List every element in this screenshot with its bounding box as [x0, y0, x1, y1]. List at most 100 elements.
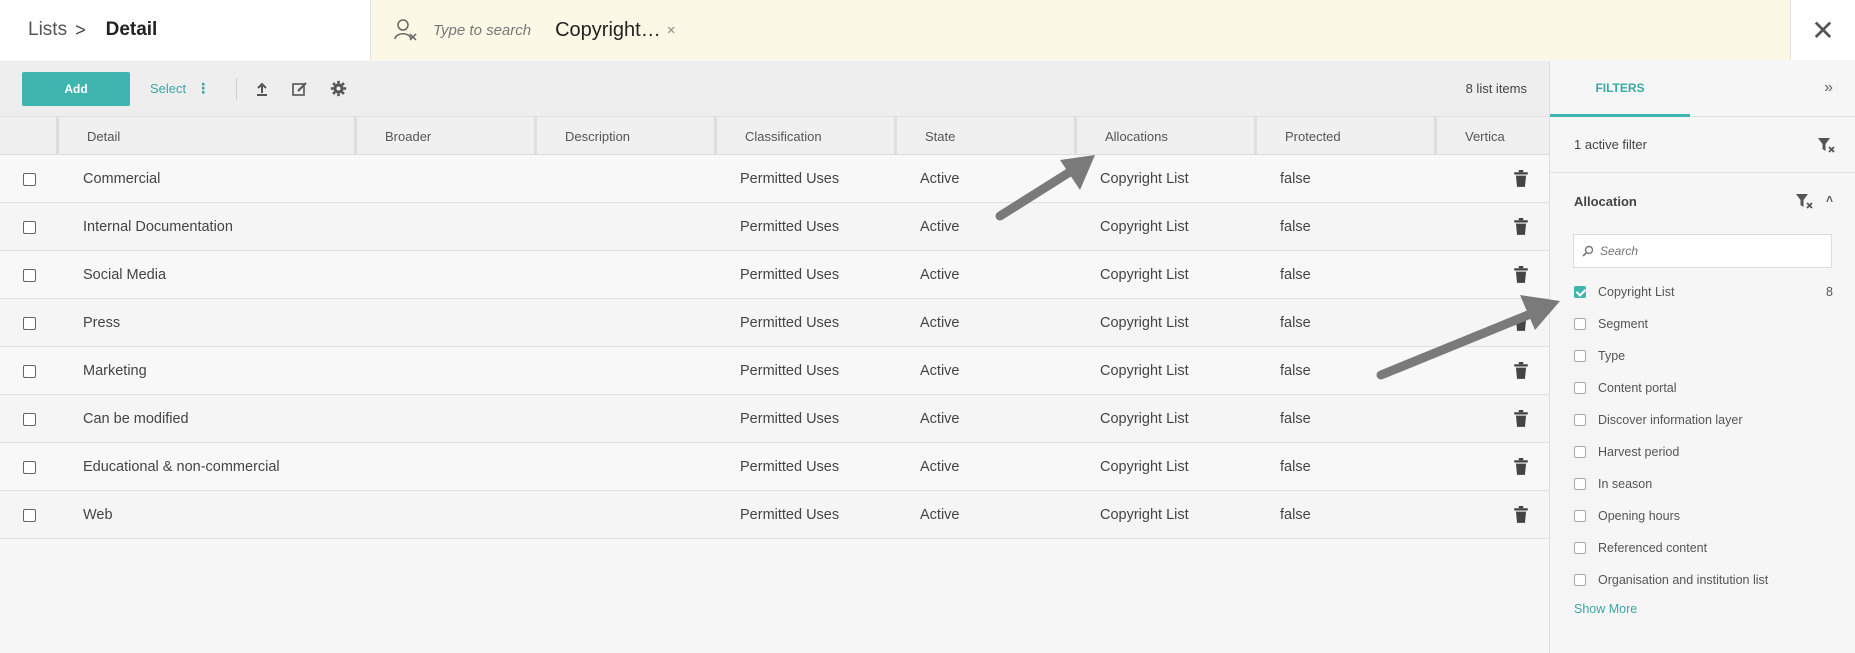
filter-option-label: Harvest period: [1598, 445, 1680, 459]
filter-option-checkbox[interactable]: [1574, 414, 1586, 426]
table-row[interactable]: Web Permitted Uses Active Copyright List…: [0, 491, 1549, 539]
search-chip[interactable]: Copyright… ×: [555, 19, 675, 42]
trash-icon[interactable]: [1513, 170, 1529, 188]
filter-option-checkbox[interactable]: [1574, 542, 1586, 554]
search-user-icon: [394, 19, 417, 41]
select-button[interactable]: Select ⋮: [150, 80, 210, 97]
upload-icon[interactable]: [251, 78, 273, 100]
cell-protected: false: [1280, 315, 1311, 331]
expand-panel-icon[interactable]: »: [1824, 79, 1833, 97]
cell-detail: Internal Documentation: [83, 219, 233, 235]
breadcrumb-parent[interactable]: Lists: [28, 19, 67, 41]
row-checkbox[interactable]: [23, 460, 36, 474]
filter-option-checkbox[interactable]: [1574, 382, 1586, 394]
add-button[interactable]: Add: [22, 71, 130, 106]
column-header-state[interactable]: State: [894, 117, 1074, 155]
trash-icon[interactable]: [1513, 218, 1529, 236]
filter-option[interactable]: Copyright List 8: [1550, 276, 1855, 308]
column-header-detail[interactable]: Detail: [56, 117, 354, 155]
cell-protected: false: [1280, 267, 1311, 283]
filter-option-checkbox[interactable]: [1574, 510, 1586, 522]
cell-detail: Press: [83, 315, 121, 331]
cell-allocations: Copyright List: [1100, 315, 1189, 331]
cell-allocations: Copyright List: [1100, 171, 1189, 187]
clear-all-filters-icon[interactable]: [1817, 136, 1835, 154]
filter-option[interactable]: Harvest period: [1550, 436, 1855, 468]
filter-option-checkbox[interactable]: [1574, 446, 1586, 458]
filter-option[interactable]: Type: [1550, 340, 1855, 372]
row-checkbox[interactable]: [23, 172, 36, 186]
row-checkbox[interactable]: [23, 268, 36, 282]
chevron-up-icon[interactable]: ˄: [1826, 192, 1833, 206]
cell-state: Active: [920, 411, 960, 427]
filter-option[interactable]: Segment: [1550, 308, 1855, 340]
table-header: Detail Broader Description Classificatio…: [0, 117, 1549, 155]
column-header-protected[interactable]: Protected: [1254, 117, 1434, 155]
cell-classification: Permitted Uses: [740, 315, 840, 331]
filter-option[interactable]: Discover information layer: [1550, 404, 1855, 436]
trash-icon[interactable]: [1513, 458, 1529, 476]
filter-search-input[interactable]: [1600, 244, 1800, 258]
edit-icon[interactable]: [289, 78, 311, 100]
row-checkbox-cell: [23, 299, 36, 347]
filter-option-checkbox[interactable]: [1574, 350, 1586, 362]
column-header-allocations[interactable]: Allocations: [1074, 117, 1254, 155]
row-checkbox-cell: [23, 155, 36, 203]
trash-icon[interactable]: [1513, 362, 1529, 380]
trash-icon[interactable]: [1513, 266, 1529, 284]
cell-allocations: Copyright List: [1100, 363, 1189, 379]
allocation-section-title: Allocation: [1574, 193, 1637, 209]
table-row[interactable]: Commercial Permitted Uses Active Copyrig…: [0, 155, 1549, 203]
filter-option-label: Type: [1598, 349, 1626, 363]
filter-option-checkbox[interactable]: [1574, 478, 1586, 490]
trash-icon[interactable]: [1513, 506, 1529, 524]
cell-detail: Educational & non-commercial: [83, 459, 280, 475]
column-header-description[interactable]: Description: [534, 117, 714, 155]
row-checkbox[interactable]: [23, 364, 36, 378]
column-header-broader[interactable]: Broader: [354, 117, 534, 155]
chip-remove-icon[interactable]: ×: [667, 22, 676, 39]
table-row[interactable]: Can be modified Permitted Uses Active Co…: [0, 395, 1549, 443]
gear-icon[interactable]: [327, 78, 349, 100]
column-header-classification[interactable]: Classification: [714, 117, 894, 155]
table-row[interactable]: Marketing Permitted Uses Active Copyrigh…: [0, 347, 1549, 395]
allocation-section-header[interactable]: Allocation ˄: [1550, 173, 1855, 229]
show-more-link[interactable]: Show More: [1550, 602, 1855, 616]
clear-allocation-filter-icon[interactable]: [1795, 192, 1813, 210]
row-checkbox[interactable]: [23, 412, 36, 426]
row-checkbox-cell: [23, 203, 36, 251]
column-header-vertica[interactable]: Vertica: [1434, 117, 1549, 155]
cell-state: Active: [920, 507, 960, 523]
search-placeholder[interactable]: Type to search: [433, 22, 531, 39]
active-filter-text: 1 active filter: [1574, 137, 1647, 152]
table-body: Commercial Permitted Uses Active Copyrig…: [0, 155, 1549, 539]
table-row[interactable]: Internal Documentation Permitted Uses Ac…: [0, 203, 1549, 251]
filter-option-checkbox[interactable]: [1574, 286, 1586, 298]
search-bar[interactable]: Type to search Copyright… ×: [371, 0, 1790, 60]
row-checkbox[interactable]: [23, 316, 36, 330]
cell-state: Active: [920, 315, 960, 331]
filter-option-count: 8: [1826, 285, 1833, 299]
filter-option[interactable]: Opening hours: [1550, 500, 1855, 532]
trash-icon[interactable]: [1513, 314, 1529, 332]
tab-filters[interactable]: FILTERS: [1550, 61, 1690, 117]
cell-detail: Marketing: [83, 363, 147, 379]
trash-icon[interactable]: [1513, 410, 1529, 428]
cell-protected: false: [1280, 411, 1311, 427]
filter-option[interactable]: Referenced content: [1550, 532, 1855, 564]
more-vertical-icon: ⋮: [196, 80, 211, 96]
filter-search-field[interactable]: [1573, 234, 1832, 268]
table-row[interactable]: Social Media Permitted Uses Active Copyr…: [0, 251, 1549, 299]
cell-state: Active: [920, 219, 960, 235]
cell-state: Active: [920, 171, 960, 187]
filter-option[interactable]: Content portal: [1550, 372, 1855, 404]
filter-option-checkbox[interactable]: [1574, 318, 1586, 330]
row-checkbox[interactable]: [23, 508, 36, 522]
table-row[interactable]: Educational & non-commercial Permitted U…: [0, 443, 1549, 491]
filter-option-checkbox[interactable]: [1574, 574, 1586, 586]
filter-option[interactable]: Organisation and institution list: [1550, 564, 1855, 596]
row-checkbox[interactable]: [23, 220, 36, 234]
table-row[interactable]: Press Permitted Uses Active Copyright Li…: [0, 299, 1549, 347]
filter-option[interactable]: In season: [1550, 468, 1855, 500]
close-button[interactable]: ✕: [1790, 0, 1855, 60]
